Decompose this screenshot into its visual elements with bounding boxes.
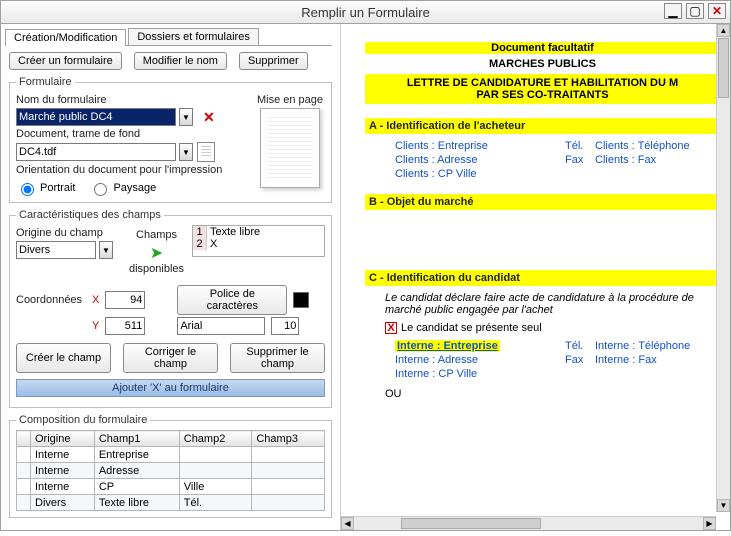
- portrait-radio[interactable]: Portrait: [16, 180, 75, 196]
- vertical-scrollbar[interactable]: ▲ ▼: [716, 24, 730, 512]
- scroll-down-icon[interactable]: ▼: [717, 499, 730, 512]
- composition-legend: Composition du formulaire: [16, 414, 150, 426]
- coord-label: Coordonnées: [16, 294, 86, 306]
- close-icon[interactable]: ✕: [708, 3, 726, 19]
- characteristics-group: Caractéristiques des champs Origine du c…: [9, 209, 332, 408]
- left-pane: Création/Modification Dossiers et formul…: [1, 24, 341, 530]
- x-label: X: [92, 294, 99, 306]
- available-fields-list[interactable]: 1Texte libre 2X: [192, 225, 325, 257]
- table-row: DiversTexte libreTél.: [17, 495, 325, 511]
- preview-pane: Document facultatif MARCHES PUBLICS LETT…: [341, 24, 730, 530]
- form-name-select[interactable]: [16, 108, 176, 126]
- origine-label: Origine du champ: [16, 227, 121, 239]
- chevron-down-icon[interactable]: ▼: [179, 108, 193, 126]
- doc-facultatif: Document facultatif: [365, 42, 720, 54]
- arrow-right-icon[interactable]: ➤: [150, 245, 163, 262]
- page-preview[interactable]: [260, 108, 320, 188]
- formulaire-group: Formulaire Nom du formulaire ▼ ✕ Documen…: [9, 76, 332, 203]
- window-title: Remplir un Formulaire: [301, 5, 430, 20]
- scroll-up-icon[interactable]: ▲: [717, 24, 730, 37]
- chevron-down-icon[interactable]: ▼: [179, 143, 193, 161]
- create-field-button[interactable]: Créer le champ: [16, 343, 111, 373]
- marches-publics: MARCHES PUBLICS: [365, 58, 720, 70]
- chevron-down-icon[interactable]: ▼: [99, 241, 113, 259]
- color-swatch[interactable]: [293, 292, 309, 308]
- rename-button[interactable]: Modifier le nom: [134, 52, 227, 70]
- maximize-icon[interactable]: ▢: [686, 3, 704, 19]
- font-size-input[interactable]: [271, 317, 299, 335]
- table-row: InterneAdresse: [17, 463, 325, 479]
- section-b: B - Objet du marché: [365, 194, 720, 210]
- document-icon[interactable]: [197, 142, 215, 162]
- form-name-label: Nom du formulaire: [16, 94, 245, 106]
- delete-field-button[interactable]: Supprimer le champ: [230, 343, 325, 373]
- section-c: C - Identification du candidat: [365, 270, 720, 286]
- add-field-bar[interactable]: Ajouter 'X' au formulaire: [16, 379, 325, 397]
- y-input[interactable]: [105, 317, 145, 335]
- scroll-right-icon[interactable]: ▶: [703, 517, 716, 530]
- orientation-label: Orientation du document pour l'impressio…: [16, 164, 245, 176]
- lettre-line1: LETTRE DE CANDIDATURE ET HABILITATION DU…: [407, 77, 678, 89]
- horizontal-scrollbar[interactable]: ◀ ▶: [341, 516, 716, 530]
- minimize-icon[interactable]: ▁: [664, 3, 682, 19]
- col-origine[interactable]: Origine: [31, 431, 95, 447]
- composition-group: Composition du formulaire Origine Champ1…: [9, 414, 332, 518]
- font-button[interactable]: Police de caractères: [177, 285, 287, 315]
- characteristics-legend: Caractéristiques des champs: [16, 209, 164, 221]
- fix-field-button[interactable]: Corriger le champ: [123, 343, 218, 373]
- col-champ2[interactable]: Champ2: [179, 431, 252, 447]
- champs-label: Champs: [129, 229, 184, 241]
- doc-input[interactable]: [16, 143, 176, 161]
- candidat-declare: Le candidat déclare faire acte de candid…: [385, 292, 720, 316]
- x-checkbox-icon: X: [385, 322, 397, 334]
- font-name-input[interactable]: [177, 317, 265, 335]
- disponibles-label: disponibles: [129, 263, 184, 275]
- col-champ3[interactable]: Champ3: [252, 431, 325, 447]
- formulaire-legend: Formulaire: [16, 76, 75, 88]
- create-form-button[interactable]: Créer un formulaire: [9, 52, 122, 70]
- origine-select[interactable]: [16, 241, 96, 259]
- mise-en-page-label: Mise en page: [255, 94, 325, 106]
- doc-label: Document, trame de fond: [16, 128, 245, 140]
- paysage-radio[interactable]: Paysage: [89, 180, 156, 196]
- tab-dossiers[interactable]: Dossiers et formulaires: [128, 28, 258, 45]
- y-label: Y: [92, 320, 99, 332]
- section-a: A - Identification de l'acheteur: [365, 118, 720, 134]
- scroll-thumb-h[interactable]: [401, 518, 541, 529]
- table-row: InterneEntreprise: [17, 447, 325, 463]
- tab-creation[interactable]: Création/Modification: [5, 29, 126, 46]
- lettre-line2: PAR SES CO-TRAITANTS: [476, 89, 608, 101]
- delete-form-icon[interactable]: ✕: [203, 109, 215, 126]
- ou-text: OU: [385, 388, 720, 400]
- titlebar: Remplir un Formulaire ▁ ▢ ✕: [0, 0, 731, 24]
- scroll-thumb[interactable]: [718, 38, 729, 98]
- delete-button[interactable]: Supprimer: [239, 52, 308, 70]
- composition-table[interactable]: Origine Champ1 Champ2 Champ3 InterneEntr…: [16, 430, 325, 511]
- scroll-left-icon[interactable]: ◀: [341, 517, 354, 530]
- x-input[interactable]: [105, 291, 145, 309]
- table-row: InterneCPVille: [17, 479, 325, 495]
- col-champ1[interactable]: Champ1: [94, 431, 179, 447]
